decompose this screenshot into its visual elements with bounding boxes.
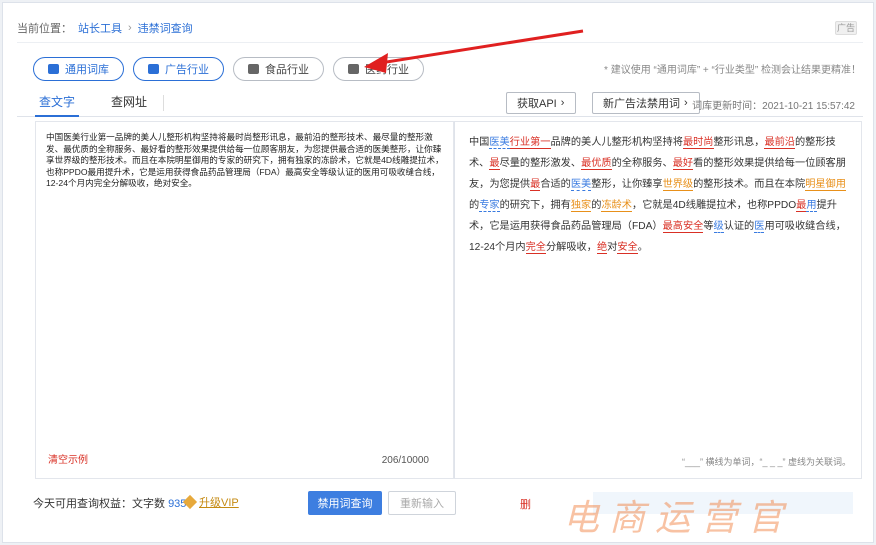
result-segment: 分解吸收， [546,242,597,253]
new-ad-law-button[interactable]: 新广告法禁用词 › [592,92,700,114]
upgrade-vip-link[interactable]: 升级VIP [182,494,239,510]
flagged-word: 专家 [479,200,500,212]
book-icon [48,64,59,74]
tab-url[interactable]: 查网址 [111,89,147,117]
reset-button[interactable]: 重新输入 [388,491,456,515]
result-segment: 。 [637,242,648,253]
breadcrumb-separator: › [128,21,132,34]
page-frame: 当前位置： 站长工具 › 违禁词查询 广告 通用词库 广告行业 食品行业 医药行… [2,2,874,543]
quota-label: 今天可用查询权益：文字数 [33,498,165,510]
result-segment: 整形讯息， [713,137,765,148]
breadcrumb-link-current[interactable]: 违禁词查询 [138,20,193,36]
get-api-label: 获取API [517,98,557,110]
monitor-icon [148,64,159,74]
clear-example-link[interactable]: 清空示例 [48,451,88,466]
flagged-word: 完全 [525,242,546,254]
result-segment: 的全称服务、 [611,158,673,169]
flagged-word: 最 [489,158,500,170]
dictionary-update-time: 词库更新时间：2021-10-21 15:57:42 [692,101,855,112]
flagged-word: 最优质 [581,158,612,170]
vip-diamond-icon [182,494,198,510]
annotation-arrow [364,29,584,73]
flagged-word: 独家 [570,200,592,212]
industry-ad-label: 广告行业 [165,64,209,76]
flagged-word: 最好 [672,158,694,170]
flagged-word: 安全 [617,242,638,254]
watermark-text: 电商运营官 [563,498,794,539]
flagged-word: 医美 [570,179,592,191]
result-text: 中国医美行业第一品牌的美人儿整形机构坚持将最时尚整形讯息，最前沿的整形技术、最尽… [469,132,849,258]
result-segment: 合适的 [540,179,571,190]
input-panel[interactable]: 中国医美行业第一品牌的美人儿整形机构坚持将最时尚整形讯息，最前沿的整形技术、最尽… [35,121,454,479]
flagged-word: 最高 [662,221,683,233]
result-segment: ，它就是4D线雕提拉术，也称PPDO [632,200,797,211]
char-counter: 206/10000 [381,455,429,466]
industry-food-label: 食品行业 [265,64,309,76]
result-segment: 对 [607,242,618,253]
new-ad-law-label: 新广告法禁用词 [603,98,680,110]
quota-info: 今天可用查询权益：文字数 935 [33,495,186,511]
flagged-word: 冻龄术 [601,200,632,212]
flagged-word: 医美 [489,137,510,149]
result-segment: 的 [591,200,602,211]
flagged-word: 世界级 [662,179,694,191]
result-panel: 中国医美行业第一品牌的美人儿整形机构坚持将最时尚整形讯息，最前沿的整形技术、最尽… [454,121,862,479]
result-segment: 认证的 [723,221,755,232]
chevron-right-icon: › [560,97,565,109]
flagged-word: 医 [754,221,765,233]
flagged-word: 安全 [682,221,704,233]
tab-divider [163,95,164,111]
flagged-word: 最时尚 [682,137,714,149]
result-segment: 中国 [469,137,490,148]
delete-link[interactable]: 删 [520,496,531,512]
get-api-button[interactable]: 获取API › [506,92,576,114]
result-segment: 整形，让你臻享 [591,179,663,190]
query-button[interactable]: 禁用词查询 [308,491,382,515]
industry-ad-button[interactable]: 广告行业 [133,57,224,81]
industry-general-button[interactable]: 通用词库 [33,57,124,81]
source-textarea[interactable]: 中国医美行业第一品牌的美人儿整形机构坚持将最时尚整形讯息，最前沿的整形技术、最尽… [46,132,446,190]
result-segment: 的 [469,200,480,211]
flagged-word: 明星御用 [805,179,846,191]
industry-general-label: 通用词库 [65,64,109,76]
breadcrumb-prefix: 当前位置： [17,22,72,35]
flagged-word: 级 [713,221,724,233]
query-tabs: 查文字 查网址 获取API › 新广告法禁用词 › 词库更新时间：2021-10… [17,89,863,117]
flagged-word: 用 [806,200,817,212]
chevron-right-icon: › [684,97,688,109]
ad-tag: 广告 [835,21,857,35]
underline-legend: “___” 横线为单词，“_ _ _” 虚线为关联词。 [681,457,851,467]
flagged-word: 绝 [596,242,608,254]
flagged-word: 最 [796,200,807,212]
result-segment: 尽量的整形激发、 [499,158,582,169]
result-segment: 品牌的美人儿整形机构坚持将 [550,137,683,148]
usage-hint: * 建议使用 “通用词库” + “行业类型” 检测会让结果更精准！ [604,65,861,76]
flagged-word: 最前沿 [764,137,795,149]
industry-food-button[interactable]: 食品行业 [233,57,324,81]
result-segment: 的研究下，拥有 [499,200,571,211]
flagged-word: 行业第一 [509,137,551,149]
food-icon [248,64,259,74]
breadcrumb-link-tools[interactable]: 站长工具 [78,20,122,36]
result-segment: 的整形技术。而且在本院 [693,179,806,190]
tab-text[interactable]: 查文字 [35,89,80,117]
flagged-word: 最 [530,179,541,191]
result-segment: 等 [703,221,714,232]
upgrade-vip-label: 升级VIP [199,497,239,509]
